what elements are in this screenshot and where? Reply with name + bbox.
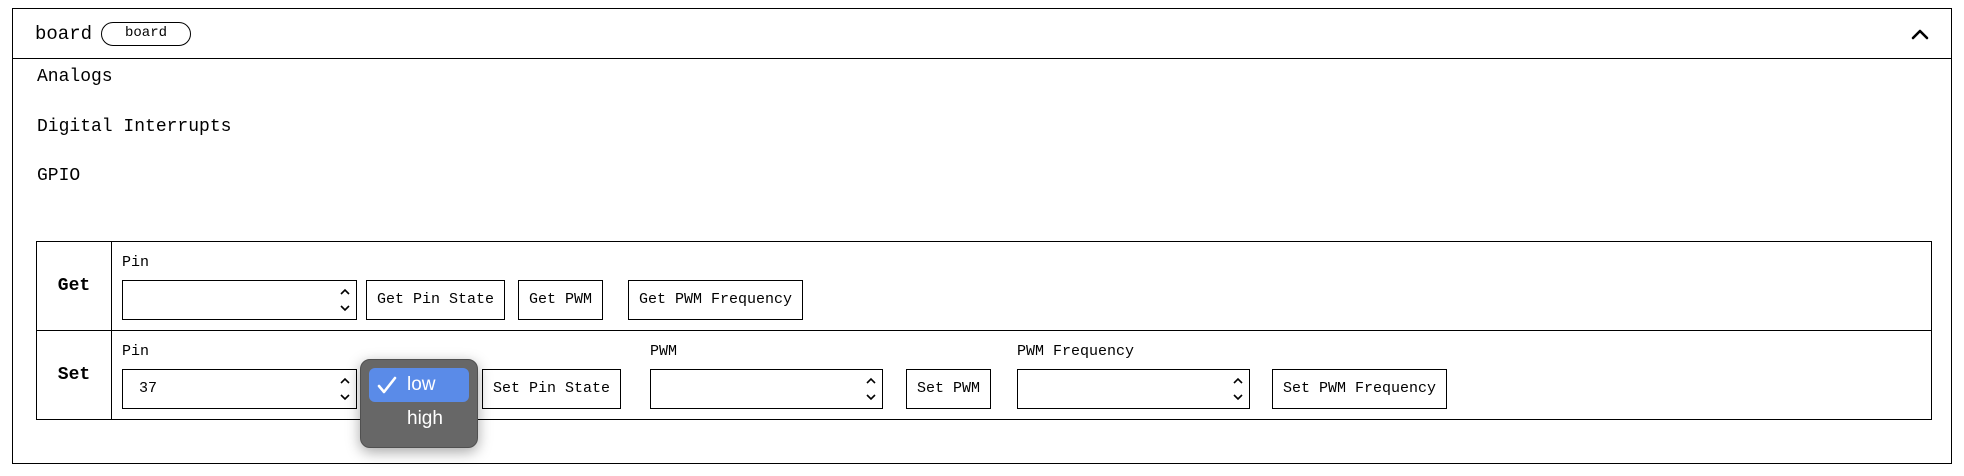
set-pin-value: 37 xyxy=(139,380,158,397)
chevron-up-icon xyxy=(1911,29,1929,40)
section-digital-interrupts[interactable]: Digital Interrupts xyxy=(37,117,231,137)
checkmark-icon xyxy=(377,376,397,394)
option-low-label: low xyxy=(407,374,436,395)
section-analogs[interactable]: Analogs xyxy=(37,67,113,87)
set-pwm-button[interactable]: Set PWM xyxy=(906,369,992,409)
pin-state-dropdown[interactable]: low high xyxy=(360,359,478,448)
spinner-arrows-icon[interactable] xyxy=(1231,372,1245,406)
set-pwm-frequency-button[interactable]: Set PWM Frequency xyxy=(1272,369,1448,409)
card-title: board xyxy=(35,23,93,45)
board-card: board board Analogs Digital Interrupts G… xyxy=(12,8,1952,464)
gpio-table: Get Pin Get Pin State Get PWM Get PWM Fr… xyxy=(36,241,1932,420)
spinner-arrows-icon[interactable] xyxy=(864,372,878,406)
get-pin-input[interactable] xyxy=(122,280,357,320)
get-pwm-frequency-button[interactable]: Get PWM Frequency xyxy=(628,280,804,320)
pwm-frequency-input[interactable] xyxy=(1017,369,1250,409)
get-row-controls: Pin Get Pin State Get PWM Get PWM Freque… xyxy=(111,241,1932,331)
card-header: board board xyxy=(13,9,1951,59)
get-pwm-button[interactable]: Get PWM xyxy=(518,280,604,320)
set-pin-label: Pin xyxy=(122,343,150,360)
option-high[interactable]: high xyxy=(369,402,469,436)
collapse-button[interactable] xyxy=(1905,20,1935,48)
pwm-label: PWM xyxy=(650,343,678,360)
get-pin-label: Pin xyxy=(122,254,150,271)
gpio-get-row: Get Pin Get Pin State Get PWM Get PWM Fr… xyxy=(36,241,1932,331)
spinner-arrows-icon[interactable] xyxy=(338,372,352,406)
set-row-label: Set xyxy=(36,330,112,420)
card-badge: board xyxy=(101,22,191,46)
option-low[interactable]: low xyxy=(369,368,469,402)
set-pin-input[interactable]: 37 xyxy=(122,369,357,409)
gpio-set-row: Set Pin 37 Set Pin State PWM Set PWM PWM… xyxy=(36,330,1932,420)
set-pin-state-button[interactable]: Set Pin State xyxy=(482,369,622,409)
section-gpio[interactable]: GPIO xyxy=(37,166,80,186)
get-pin-state-button[interactable]: Get Pin State xyxy=(366,280,506,320)
get-row-label: Get xyxy=(36,241,112,331)
pwm-frequency-label: PWM Frequency xyxy=(1017,343,1135,360)
spinner-arrows-icon[interactable] xyxy=(338,283,352,317)
option-high-label: high xyxy=(407,408,443,429)
pwm-input[interactable] xyxy=(650,369,883,409)
